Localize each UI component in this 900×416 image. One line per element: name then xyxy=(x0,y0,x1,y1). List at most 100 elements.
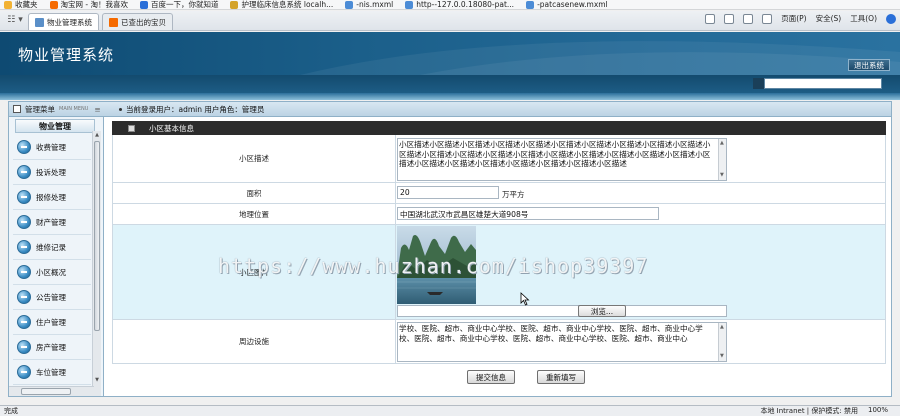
browser-tab[interactable]: 物业管理系统 xyxy=(28,13,99,30)
favorite-label: -nis.mxml xyxy=(356,0,394,9)
main-content: 小区基本信息 小区描述 小区描述小区描述小区描述小区描述小区描述小区描述小区描述… xyxy=(104,117,892,397)
reset-button[interactable]: 重新填写 xyxy=(537,370,585,384)
row-description: 小区描述 小区描述小区描述小区描述小区描述小区描述小区描述小区描述小区描述小区描… xyxy=(112,135,886,183)
header-decoration xyxy=(300,41,900,75)
sidebar-item[interactable]: 车位管理 xyxy=(13,360,91,385)
area-cell: 20 万平方 xyxy=(396,183,885,203)
favorite-site-icon xyxy=(345,0,354,9)
area-input[interactable]: 20 xyxy=(397,186,499,199)
header-widget xyxy=(764,78,882,89)
favorite-site-icon xyxy=(230,0,239,9)
sidebar-item-label: 财产管理 xyxy=(36,217,66,227)
tab-favicon-icon xyxy=(35,17,44,27)
current-user-info: 当前登录用户：admin 用户角色：管理员 xyxy=(115,104,264,115)
sidebar-item-label: 住户管理 xyxy=(36,317,66,327)
header-separator xyxy=(0,93,900,100)
home-icon[interactable] xyxy=(705,13,716,24)
scroll-thumb[interactable] xyxy=(94,141,100,331)
menu-heading: 管理菜单 MAIN MENU ≡ xyxy=(9,104,115,115)
browser-status-bar: 完成 本地 Intranet | 保护模式: 禁用 100% xyxy=(0,405,900,416)
favorite-item[interactable]: -nis.mxml xyxy=(341,0,393,9)
sidebar-item[interactable]: 房产管理 xyxy=(13,335,91,360)
sidebar: 物业管理 收费管理 投诉处理 报修处理 财产管理 维修记录 小区概况 公告管理 住户管理 房产管… xyxy=(8,117,104,397)
menu-sub-label: MAIN MENU xyxy=(59,106,89,112)
menu-item-icon xyxy=(17,140,31,154)
sidebar-item-label: 投诉处理 xyxy=(36,167,66,177)
scroll-down-icon[interactable]: ▼ xyxy=(94,377,100,383)
sidebar-hscrollbar[interactable] xyxy=(9,386,94,396)
sidebar-item[interactable]: 收费管理 xyxy=(13,135,91,160)
mail-icon[interactable] xyxy=(743,13,754,24)
section-header: 小区基本信息 xyxy=(112,121,886,135)
zoom-level[interactable]: 100% xyxy=(868,406,888,416)
sidebar-item[interactable]: 公告管理 xyxy=(13,285,91,310)
tab-label: 物业管理系统 xyxy=(47,17,92,27)
location-label: 地理位置 xyxy=(113,204,396,224)
favorites-bar: 收藏夹 淘宝网 - 淘！我喜欢 百度一下，你就知道 护理临床信息系统 localh..… xyxy=(0,0,900,10)
menu-item-icon xyxy=(17,215,31,229)
location-input[interactable]: 中国湖北武汉市武昌区雄楚大道908号 xyxy=(397,207,659,220)
description-scrollbar[interactable] xyxy=(718,139,726,180)
menu-item-icon xyxy=(17,365,31,379)
favorite-item[interactable]: http--127.0.0.18080-pat... xyxy=(401,0,514,9)
tab-favicon-icon xyxy=(109,17,118,27)
sidebar-item[interactable]: 报修处理 xyxy=(13,185,91,210)
favorite-item[interactable]: 百度一下，你就知道 xyxy=(136,0,218,9)
safety-menu[interactable]: 安全(S) xyxy=(816,13,842,24)
sidebar-item-label: 小区概况 xyxy=(36,267,66,277)
page-menu[interactable]: 页面(P) xyxy=(781,13,806,24)
favorite-label: -patcasenew.mxml xyxy=(537,0,608,9)
help-icon[interactable] xyxy=(886,13,896,24)
favorite-site-icon xyxy=(526,0,535,9)
collapse-icon[interactable]: ≡ xyxy=(94,105,100,114)
hscroll-thumb[interactable] xyxy=(21,388,71,395)
image-label: 小区图片 xyxy=(113,225,396,319)
favorite-item[interactable]: -patcasenew.mxml xyxy=(522,0,608,9)
description-label: 小区描述 xyxy=(113,135,396,182)
tools-menu[interactable]: 工具(O) xyxy=(850,13,877,24)
print-icon[interactable] xyxy=(762,13,773,24)
facilities-textarea[interactable]: 学校、医院、超市、商业中心学校、医院、超市、商业中心学校、医院、超市、商业中心学… xyxy=(397,322,727,362)
scroll-up-icon[interactable]: ▲ xyxy=(94,132,100,138)
sidebar-item[interactable]: 维修记录 xyxy=(13,235,91,260)
image-file-input[interactable] xyxy=(397,305,727,317)
browser-tab[interactable]: 已查出的宝贝 xyxy=(102,13,173,30)
app-title: 物业管理系统 xyxy=(18,46,115,64)
sidebar-item[interactable]: 小区概况 xyxy=(13,260,91,285)
description-textarea[interactable]: 小区描述小区描述小区描述小区描述小区描述小区描述小区描述小区描述小区描述小区描述… xyxy=(397,138,727,181)
facilities-scrollbar[interactable] xyxy=(718,323,726,361)
favorite-label: 淘宝网 - 淘！我喜欢 xyxy=(60,0,128,9)
sidebar-item[interactable]: 投诉处理 xyxy=(13,160,91,185)
menu-icon xyxy=(13,105,21,113)
mouse-cursor-icon xyxy=(520,292,530,306)
image-cell: 浏览... xyxy=(396,225,885,319)
location-cell: 中国湖北武汉市武昌区雄楚大道908号 xyxy=(396,204,885,224)
community-form: 小区描述 小区描述小区描述小区描述小区描述小区描述小区描述小区描述小区描述小区描… xyxy=(112,135,886,364)
logout-button[interactable]: 退出系统 xyxy=(848,59,890,71)
menu-item-icon xyxy=(17,240,31,254)
status-text: 完成 xyxy=(4,407,18,415)
favorite-item[interactable]: 护理临床信息系统 localh... xyxy=(226,0,333,9)
sidebar-item[interactable]: 财产管理 xyxy=(13,210,91,235)
menu-item-icon xyxy=(17,340,31,354)
feeds-icon[interactable] xyxy=(724,13,735,24)
favorite-item[interactable]: 收藏夹 xyxy=(0,0,38,9)
favorite-item[interactable]: 淘宝网 - 淘！我喜欢 xyxy=(46,0,128,9)
current-user-text: 当前登录用户：admin 用户角色：管理员 xyxy=(126,104,265,114)
header-band xyxy=(0,75,900,93)
menu-item-icon xyxy=(17,190,31,204)
area-label: 面积 xyxy=(113,183,396,203)
submit-button[interactable]: 提交信息 xyxy=(467,370,515,384)
menu-label: 管理菜单 xyxy=(25,104,55,114)
favorites-star-icon xyxy=(4,0,12,9)
sidebar-scrollbar[interactable]: ▲ ▼ xyxy=(92,131,101,396)
facilities-label: 周边设施 xyxy=(113,320,396,363)
app-header: 物业管理系统 退出系统 xyxy=(0,32,900,75)
quick-tabs-icon[interactable]: ☷ ▾ xyxy=(4,12,26,28)
sidebar-item[interactable]: 住户管理 xyxy=(13,310,91,335)
browse-button[interactable]: 浏览... xyxy=(578,305,626,317)
row-area: 面积 20 万平方 xyxy=(112,183,886,204)
bullet-icon xyxy=(119,108,122,111)
sidebar-item-label: 维修记录 xyxy=(36,242,66,252)
header-widget-dark xyxy=(753,78,764,89)
